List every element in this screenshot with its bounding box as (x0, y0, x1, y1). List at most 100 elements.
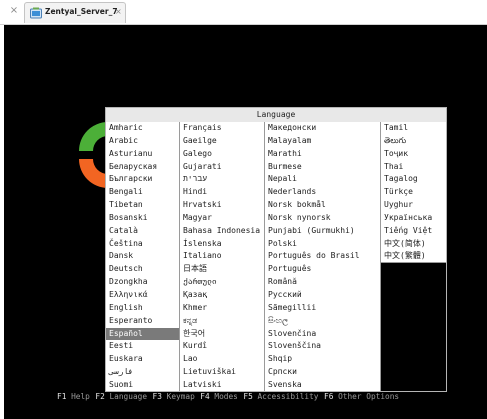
language-option[interactable]: Lao (180, 353, 264, 366)
language-option[interactable]: Bosanski (106, 212, 179, 225)
language-option[interactable]: فارسی (106, 366, 179, 379)
language-option[interactable]: Polski (265, 238, 380, 251)
language-option[interactable]: Română (265, 276, 380, 289)
language-option[interactable]: 中文(简体) (381, 238, 446, 251)
language-option[interactable]: עברית (180, 173, 264, 186)
language-option[interactable]: 中文(繁體) (381, 250, 446, 263)
language-dialog: Language Amharic Arabic Asturianu Беларуска… (105, 107, 447, 392)
language-option[interactable]: Uyghur (381, 199, 446, 212)
function-key-label: Other Options (338, 392, 400, 401)
language-option[interactable]: Khmer (180, 302, 264, 315)
language-option[interactable]: Svenska (265, 379, 380, 392)
language-option[interactable]: Dansk (106, 250, 179, 263)
language-option[interactable]: Português (265, 263, 380, 276)
language-option[interactable]: Беларуская (106, 161, 179, 174)
language-option[interactable]: 한국어 (180, 328, 264, 341)
language-option[interactable]: Italiano (180, 250, 264, 263)
language-option[interactable]: Português do Brasil (265, 250, 380, 263)
language-option[interactable]: Русский (265, 289, 380, 302)
language-option[interactable]: Lietuviškai (180, 366, 264, 379)
function-key-code: F1 (57, 392, 67, 401)
language-option[interactable]: Tamil (381, 122, 446, 135)
language-option[interactable]: Hrvatski (180, 199, 264, 212)
function-key-f4[interactable]: F4 Modes (200, 392, 238, 401)
function-key-f5[interactable]: F5 Accessibility (243, 392, 318, 401)
language-option[interactable]: Burmese (265, 161, 380, 174)
language-column-2: Français Gaeilge Galego Gujarati עברית Hindi H… (180, 122, 265, 391)
language-option[interactable]: Tiếng Việt (381, 225, 446, 238)
language-option[interactable]: Čeština (106, 238, 179, 251)
vm-tab-label: Zentyal_Server_7 (45, 7, 118, 16)
language-option[interactable]: Français (180, 122, 264, 135)
language-option[interactable]: Eesti (106, 340, 179, 353)
language-option[interactable]: Amharic (106, 122, 179, 135)
language-option[interactable]: Español (106, 327, 179, 341)
vm-tab[interactable]: Zentyal_Server_7 × (24, 2, 126, 23)
language-option[interactable]: Български (106, 173, 179, 186)
language-option[interactable]: Українська (381, 212, 446, 225)
function-key-label: Language (109, 392, 148, 401)
function-key-bar: F1 Help F2 Language F3 Keymap F4 Modes F5 Ac… (57, 392, 405, 401)
function-key-label: Accessibility (257, 392, 319, 401)
language-option[interactable]: Қазақ (180, 289, 264, 302)
language-option[interactable]: Català (106, 225, 179, 238)
language-option[interactable]: Ελληνικά (106, 289, 179, 302)
language-option[interactable]: Hindi (180, 186, 264, 199)
language-option[interactable]: Norsk bokmål (265, 199, 380, 212)
language-option[interactable]: Tibetan (106, 199, 179, 212)
language-option[interactable]: Bahasa Indonesia (180, 225, 264, 238)
language-option[interactable]: Dzongkha (106, 276, 179, 289)
language-option[interactable]: Nepali (265, 173, 380, 186)
language-option[interactable]: Punjabi (Gurmukhi) (265, 225, 380, 238)
language-option[interactable]: Bengali (106, 186, 179, 199)
language-option[interactable]: Malayalam (265, 135, 380, 148)
language-option[interactable]: Тоҷик (381, 148, 446, 161)
language-option[interactable]: Euskara (106, 353, 179, 366)
language-option[interactable]: Gujarati (180, 161, 264, 174)
function-key-label: Keymap (166, 392, 195, 401)
language-option[interactable]: Arabic (106, 135, 179, 148)
language-option[interactable]: ქართული (180, 276, 264, 289)
vm-tab-bar: × Zentyal_Server_7 × (0, 0, 487, 25)
function-key-f3[interactable]: F3 Keymap (153, 392, 195, 401)
function-key-f2[interactable]: F2 Language (95, 392, 147, 401)
language-option[interactable]: Gaeilge (180, 135, 264, 148)
function-key-code: F6 (324, 392, 334, 401)
function-key-code: F5 (243, 392, 253, 401)
language-option[interactable]: Galego (180, 148, 264, 161)
tab-close-icon[interactable]: × (115, 7, 122, 16)
language-option[interactable]: తెలుగు (381, 135, 446, 148)
function-key-label: Modes (214, 392, 238, 401)
language-option[interactable]: English (106, 302, 179, 315)
dialog-title: Language (106, 108, 446, 122)
language-option[interactable]: Shqip (265, 353, 380, 366)
language-option[interactable]: Slovenčina (265, 328, 380, 341)
function-key-f1[interactable]: F1 Help (57, 392, 90, 401)
language-option[interactable]: Tagalog (381, 173, 446, 186)
language-option[interactable]: Íslenska (180, 238, 264, 251)
language-option[interactable]: Magyar (180, 212, 264, 225)
language-option[interactable]: Kurdî (180, 340, 264, 353)
language-option[interactable]: Esperanto (106, 315, 179, 328)
language-option[interactable]: Thai (381, 161, 446, 174)
language-option[interactable]: Deutsch (106, 263, 179, 276)
language-option[interactable]: Latviski (180, 379, 264, 392)
language-option[interactable]: Slovenščina (265, 340, 380, 353)
language-column-1: Amharic Arabic Asturianu Беларуская Българск… (106, 122, 180, 391)
language-option[interactable]: 日本語 (180, 263, 264, 276)
language-option[interactable]: Marathi (265, 148, 380, 161)
vm-console-screen[interactable]: Language Amharic Arabic Asturianu Беларуска… (4, 25, 487, 419)
language-option[interactable]: ಕನ್ನಡ (180, 315, 264, 328)
language-option[interactable]: Suomi (106, 379, 179, 392)
language-option[interactable]: Српски (265, 366, 380, 379)
language-option[interactable]: Asturianu (106, 148, 179, 161)
language-option[interactable]: Norsk nynorsk (265, 212, 380, 225)
function-key-f6[interactable]: F6 Other Options (324, 392, 399, 401)
close-icon[interactable]: × (8, 5, 20, 17)
language-option[interactable]: Nederlands (265, 186, 380, 199)
language-option[interactable]: Македонски (265, 122, 380, 135)
language-option[interactable]: සිංහල (265, 315, 380, 328)
language-option[interactable]: Türkçe (381, 186, 446, 199)
language-column-4: Tamil తెలుగు Тоҷик Thai Tagalog Türkçe Uyghur У… (381, 122, 446, 263)
language-option[interactable]: Sãmegillii (265, 302, 380, 315)
